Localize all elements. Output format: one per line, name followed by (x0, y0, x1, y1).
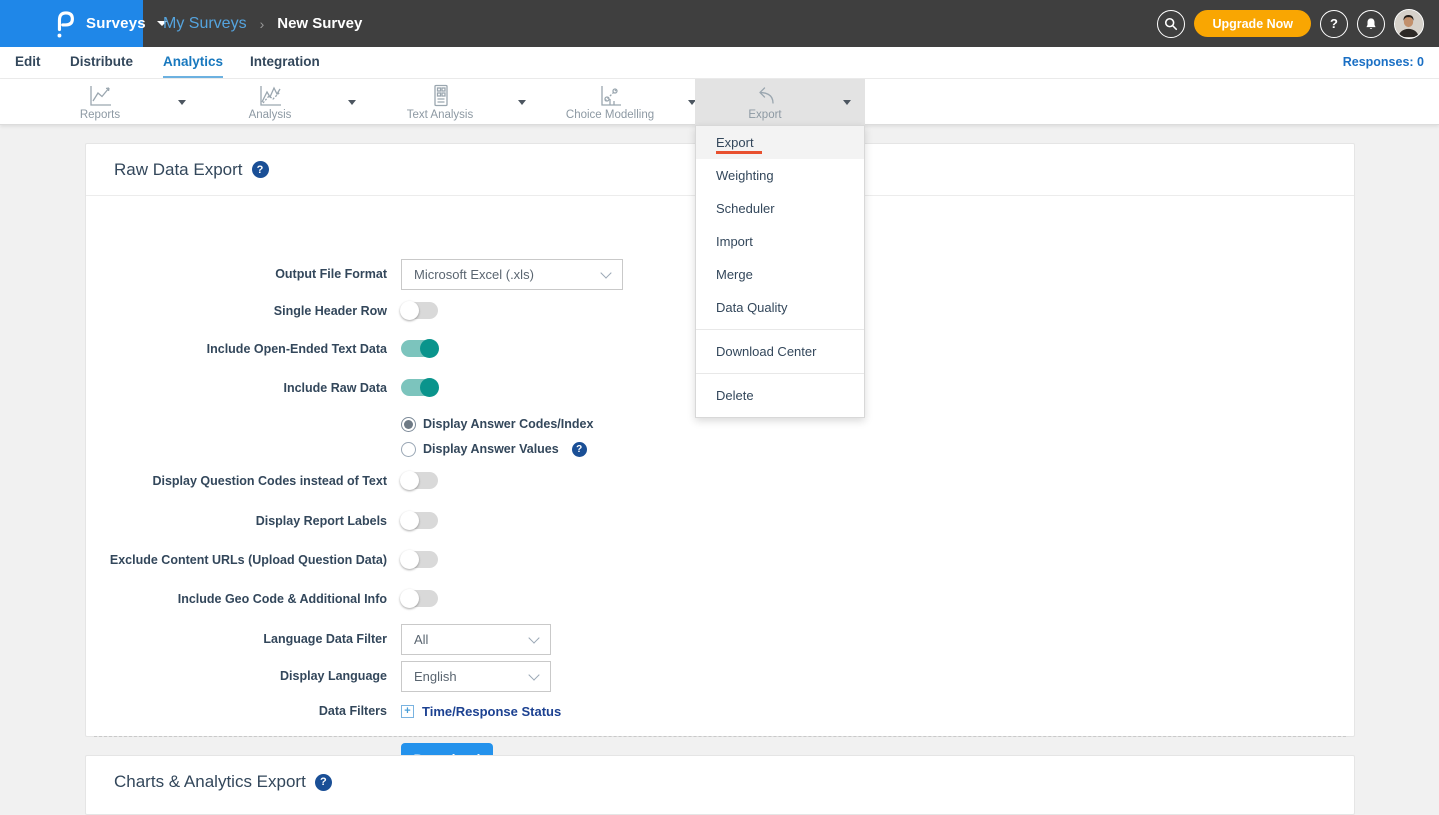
breadcrumb-separator: › (260, 16, 265, 32)
product-name: Surveys (86, 15, 146, 32)
menu-item-import[interactable]: Import (696, 225, 864, 258)
display-language-select[interactable]: English (401, 661, 551, 692)
chevron-down-icon[interactable] (348, 100, 356, 105)
output-file-format-select[interactable]: Microsoft Excel (.xls) (401, 259, 623, 290)
exclude-content-urls-toggle[interactable] (401, 551, 438, 568)
choice-modelling-chart-icon (597, 84, 624, 108)
notifications-button[interactable] (1357, 10, 1385, 38)
help-button[interactable]: ? (1320, 10, 1348, 38)
include-raw-data-toggle[interactable] (401, 379, 438, 396)
geo-code-label: Include Geo Code & Additional Info (86, 590, 387, 608)
menu-item-data-quality[interactable]: Data Quality (696, 291, 864, 324)
tab-integration[interactable]: Integration (250, 47, 320, 78)
breadcrumb-current-survey: New Survey (277, 15, 362, 32)
charts-analytics-export-panel: Charts & Analytics Export ? (85, 755, 1355, 815)
output-file-format-label: Output File Format (86, 259, 387, 290)
export-arrow-icon (752, 84, 779, 108)
survey-nav-tabs: Edit Distribute Analytics Integration Re… (0, 47, 1439, 79)
chevron-down-icon (528, 669, 539, 680)
single-header-row-toggle[interactable] (401, 302, 438, 319)
chevron-down-icon (528, 632, 539, 643)
tab-edit[interactable]: Edit (15, 47, 41, 78)
report-labels-toggle[interactable] (401, 512, 438, 529)
toolbar-text-analysis[interactable]: Text Analysis (370, 79, 540, 125)
toolbar-export[interactable]: Export (695, 79, 865, 125)
language-data-filter-select[interactable]: All (401, 624, 551, 655)
toolbar-label: Export (748, 109, 781, 121)
export-dropdown-menu: Export Weighting Scheduler Import Merge … (695, 125, 865, 418)
toolbar-label: Analysis (249, 109, 292, 121)
menu-item-scheduler[interactable]: Scheduler (696, 192, 864, 225)
chevron-down-icon[interactable] (178, 100, 186, 105)
language-data-filter-label: Language Data Filter (86, 624, 387, 655)
toolbar-analysis[interactable]: Analysis (200, 79, 370, 125)
toolbar-label: Reports (80, 109, 120, 121)
reports-chart-icon (87, 84, 114, 108)
help-icon[interactable]: ? (252, 161, 269, 178)
question-mark-icon: ? (1330, 16, 1338, 31)
include-open-ended-label: Include Open-Ended Text Data (86, 340, 387, 358)
help-icon[interactable]: ? (315, 774, 332, 791)
upgrade-now-button[interactable]: Upgrade Now (1194, 10, 1311, 37)
data-filters-label: Data Filters (86, 702, 387, 720)
answer-values-radio-option[interactable]: Display Answer Values ? (401, 440, 593, 458)
radio-selected-icon[interactable] (401, 417, 416, 432)
chevron-down-icon (600, 267, 611, 278)
toolbar-label: Text Analysis (407, 109, 473, 121)
report-labels-label: Display Report Labels (86, 512, 387, 530)
question-codes-label: Display Question Codes instead of Text (86, 472, 387, 490)
panel-title: Raw Data Export (114, 160, 243, 180)
analytics-toolbar: Reports Analysis (0, 79, 1439, 125)
search-button[interactable] (1157, 10, 1185, 38)
text-analysis-document-icon (427, 84, 454, 108)
help-icon[interactable]: ? (572, 442, 587, 457)
search-icon (1164, 17, 1178, 31)
exclude-content-urls-label: Exclude Content URLs (Upload Question Da… (86, 551, 387, 569)
toolbar-reports[interactable]: Reports (30, 79, 200, 125)
chevron-down-icon[interactable] (518, 100, 526, 105)
responses-count: Responses: 0 (1343, 47, 1424, 78)
menu-divider (696, 373, 864, 374)
menu-item-export[interactable]: Export (696, 126, 864, 159)
bell-icon (1364, 17, 1378, 31)
menu-item-delete[interactable]: Delete (696, 379, 864, 412)
include-raw-data-label: Include Raw Data (86, 379, 387, 397)
menu-item-download-center[interactable]: Download Center (696, 335, 864, 368)
include-open-ended-toggle[interactable] (401, 340, 438, 357)
analysis-chart-icon (257, 84, 284, 108)
display-language-label: Display Language (86, 661, 387, 692)
panel-title: Charts & Analytics Export (114, 772, 306, 792)
toolbar-label: Choice Modelling (566, 109, 654, 121)
user-avatar[interactable] (1394, 9, 1424, 39)
single-header-row-label: Single Header Row (86, 302, 387, 320)
tab-analytics[interactable]: Analytics (163, 47, 223, 78)
question-codes-toggle[interactable] (401, 472, 438, 489)
geo-code-toggle[interactable] (401, 590, 438, 607)
breadcrumb-my-surveys[interactable]: My Surveys (163, 15, 247, 33)
breadcrumb: My Surveys › New Survey (163, 0, 362, 47)
time-response-status-link[interactable]: + Time/Response Status (401, 702, 561, 720)
expand-plus-icon: + (401, 705, 414, 718)
current-item-underline (716, 151, 762, 154)
tab-distribute[interactable]: Distribute (70, 47, 133, 78)
top-bar: Surveys My Surveys › New Survey Upgrade … (0, 0, 1439, 47)
menu-item-weighting[interactable]: Weighting (696, 159, 864, 192)
questionpro-logo-icon (53, 8, 77, 40)
product-switcher[interactable]: Surveys (0, 0, 143, 47)
menu-item-merge[interactable]: Merge (696, 258, 864, 291)
form-divider (94, 736, 1346, 737)
menu-divider (696, 329, 864, 330)
answer-codes-radio-option[interactable]: Display Answer Codes/Index (401, 415, 593, 433)
chevron-down-icon[interactable] (843, 100, 851, 105)
radio-unselected-icon[interactable] (401, 442, 416, 457)
toolbar-choice-modelling[interactable]: Choice Modelling (540, 79, 710, 125)
